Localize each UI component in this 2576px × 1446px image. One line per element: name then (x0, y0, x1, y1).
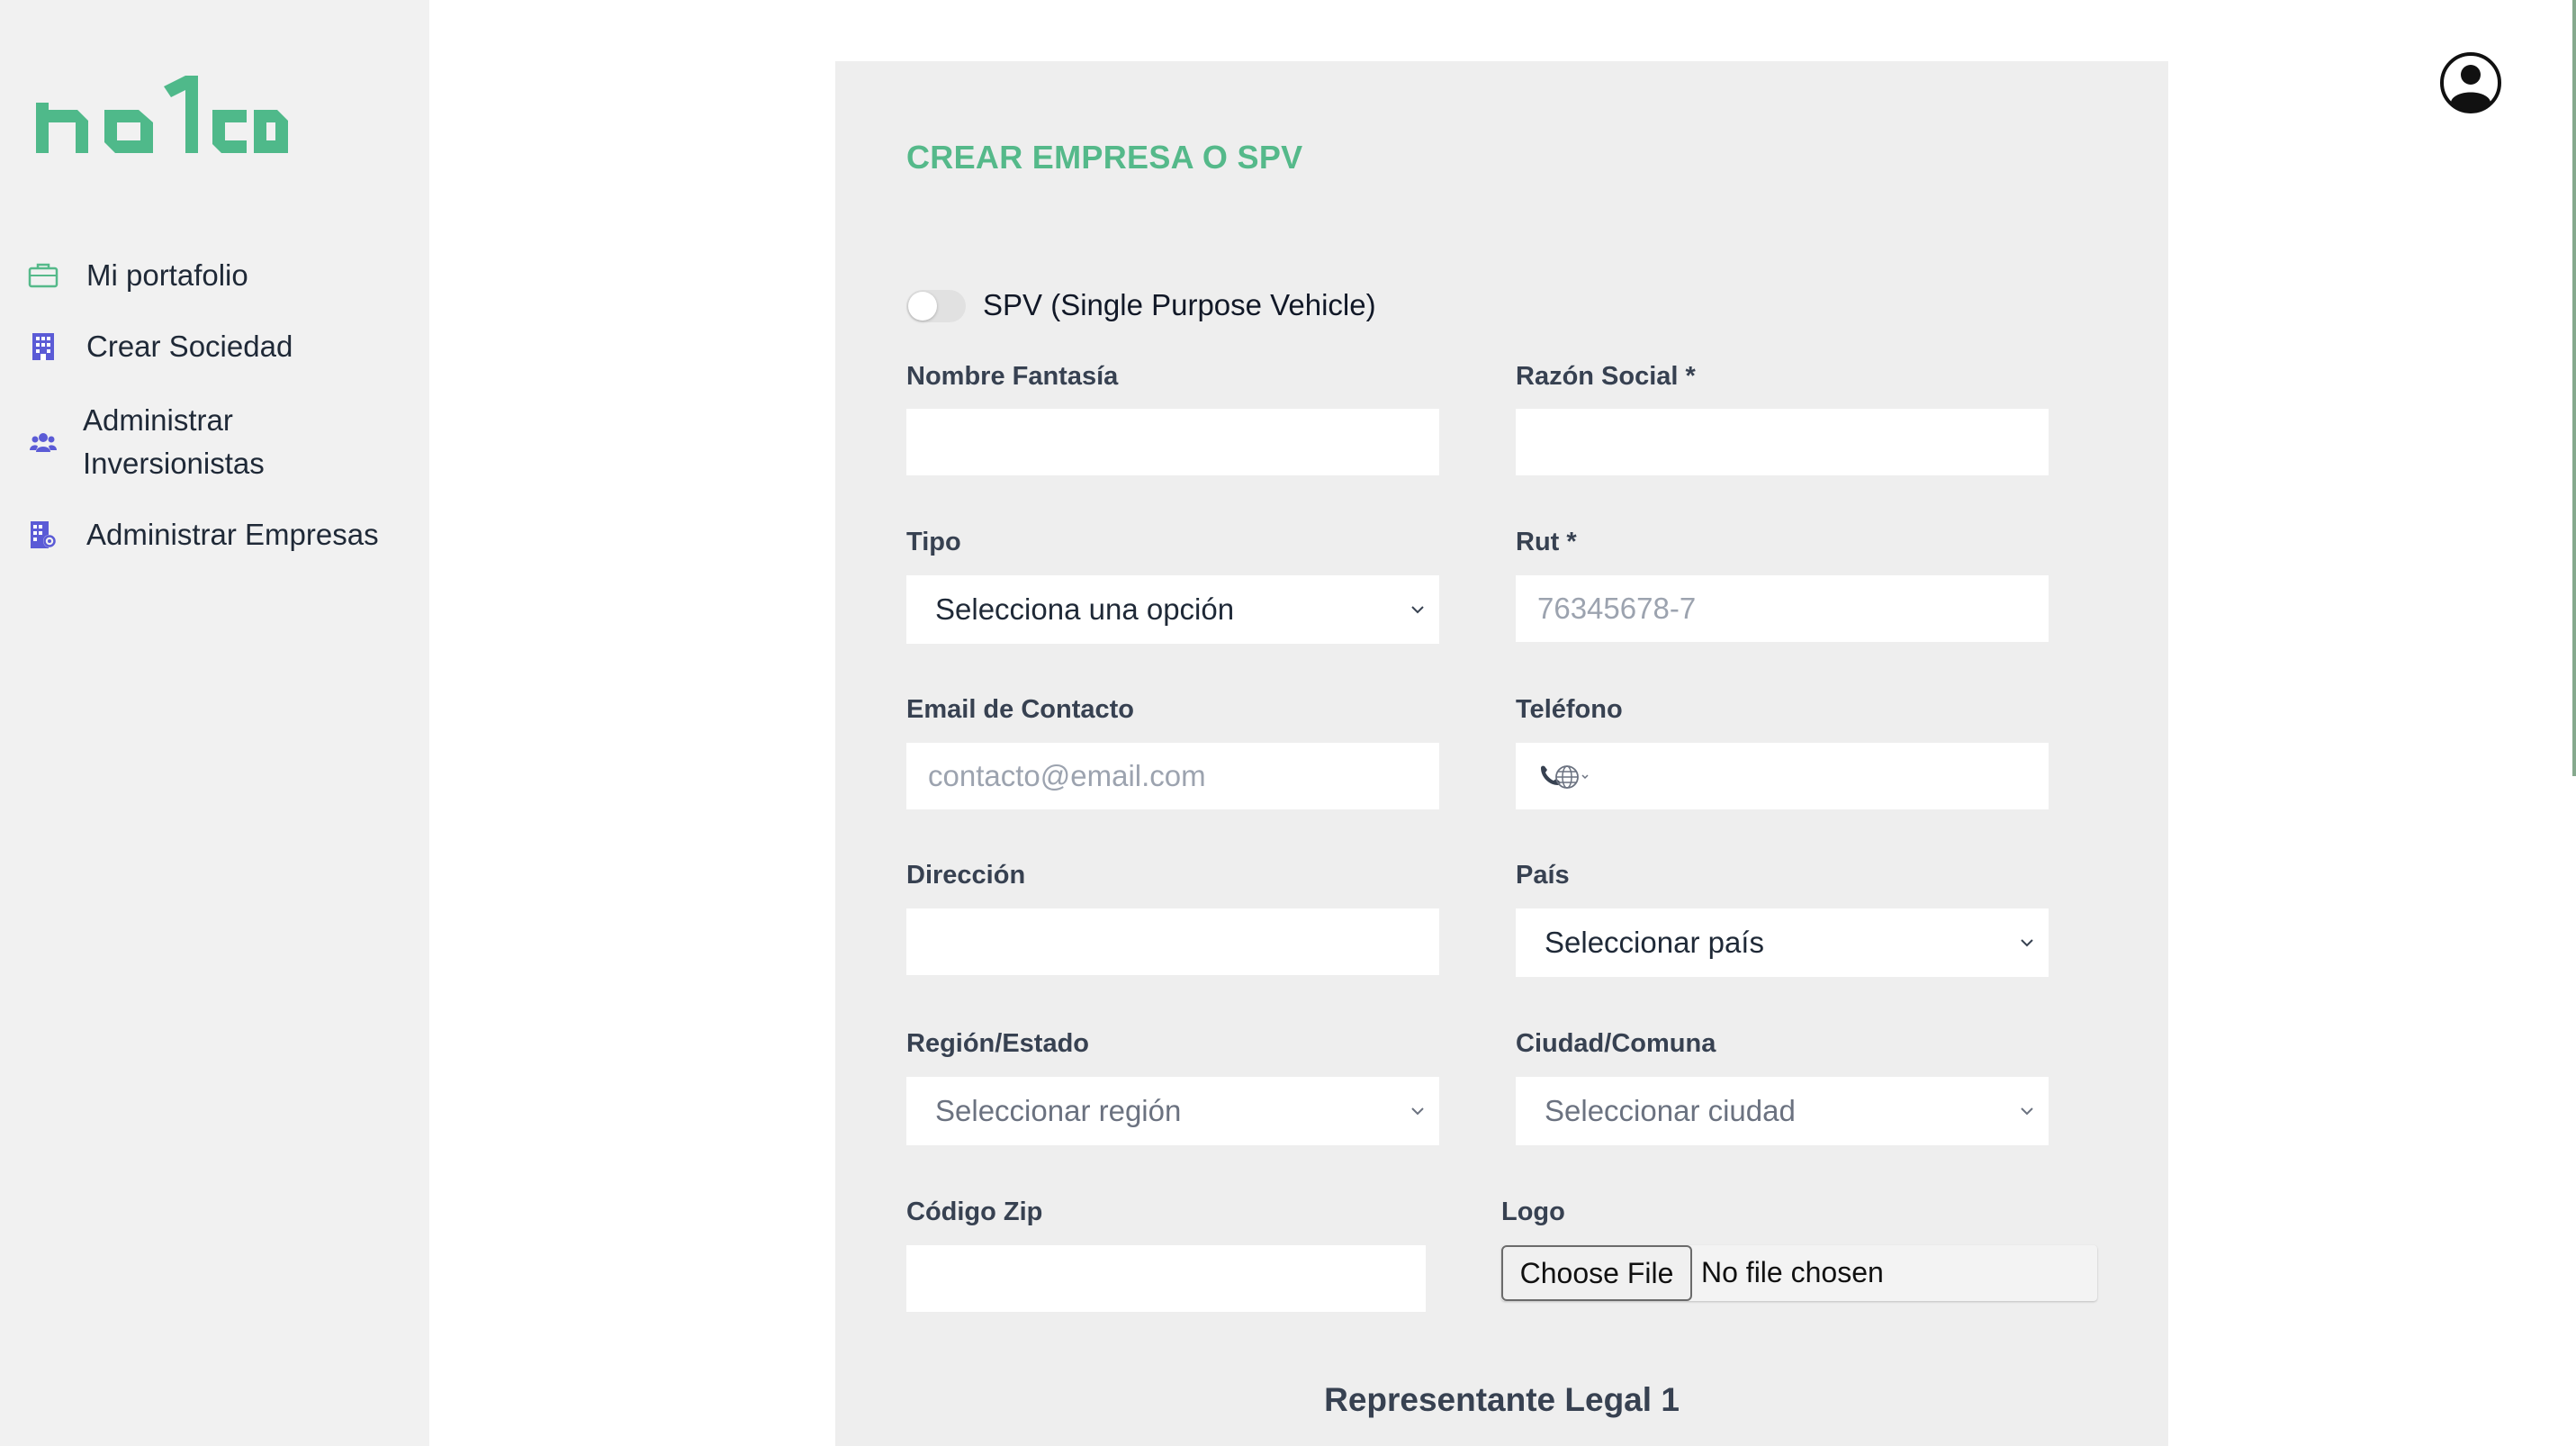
sidebar-item-crear-sociedad[interactable]: Crear Sociedad (27, 325, 293, 368)
logo-file-input[interactable]: Choose File No file chosen (1501, 1245, 2097, 1301)
rut-input[interactable] (1516, 575, 2049, 642)
building-icon (27, 330, 59, 363)
user-circle-icon[interactable] (2439, 51, 2502, 114)
ciudad-select-value: Seleccionar ciudad (1545, 1094, 1796, 1127)
sidebar: Mi portafolio Crear Sociedad Administrar… (0, 0, 429, 1446)
chevron-down-icon (1411, 1107, 1424, 1116)
region-select[interactable]: Seleccionar región (906, 1077, 1439, 1145)
chevron-down-icon (2021, 939, 2033, 947)
rut-label: Rut * (1516, 528, 1577, 556)
page-scrollbar[interactable] (2572, 0, 2576, 776)
razon-social-input[interactable] (1516, 409, 2049, 475)
sidebar-item-label: Mi portafolio (86, 258, 248, 292)
building-gear-icon (27, 519, 59, 551)
toggle-knob (908, 292, 937, 321)
users-icon (27, 426, 59, 458)
sidebar-item-label: Crear Sociedad (86, 330, 293, 363)
email-field[interactable] (906, 743, 1439, 809)
nombre-fantasia-input[interactable] (906, 409, 1439, 475)
codigo-zip-label: Código Zip (906, 1197, 1043, 1226)
nolco-logo[interactable] (36, 76, 288, 153)
tipo-select[interactable]: Selecciona una opción (906, 575, 1439, 644)
phone-globe-icon[interactable] (1537, 763, 1590, 791)
sidebar-item-mi-portafolio[interactable]: Mi portafolio (27, 254, 248, 297)
chevron-down-icon (2021, 1107, 2033, 1116)
ciudad-label: Ciudad/Comuna (1516, 1029, 1716, 1058)
telefono-input[interactable] (1516, 743, 2049, 809)
ciudad-select[interactable]: Seleccionar ciudad (1516, 1077, 2049, 1145)
pais-select[interactable]: Seleccionar país (1516, 908, 2049, 977)
region-label: Región/Estado (906, 1029, 1090, 1058)
logo-label: Logo (1501, 1197, 1565, 1226)
representante-legal-heading: Representante Legal 1 (1324, 1381, 1680, 1418)
sidebar-item-label: Administrar Inversionistas (83, 403, 265, 480)
tipo-label: Tipo (906, 528, 961, 556)
codigo-zip-input[interactable] (906, 1245, 1426, 1312)
spv-toggle[interactable] (906, 290, 966, 322)
chevron-down-icon (1411, 606, 1424, 614)
spv-toggle-label: SPV (Single Purpose Vehicle) (983, 288, 1376, 321)
razon-social-label: Razón Social * (1516, 362, 1696, 391)
pais-select-value: Seleccionar país (1545, 926, 1764, 959)
direccion-label: Dirección (906, 861, 1026, 890)
choose-file-button[interactable]: Choose File (1501, 1245, 1692, 1301)
page-title: CREAR EMPRESA O SPV (906, 139, 1303, 176)
sidebar-item-label: Administrar Empresas (86, 518, 379, 551)
briefcase-icon (27, 259, 59, 292)
file-status-text: No file chosen (1701, 1256, 1884, 1288)
nombre-fantasia-label: Nombre Fantasía (906, 362, 1119, 391)
tipo-select-value: Selecciona una opción (935, 592, 1235, 626)
sidebar-item-administrar-inversionistas[interactable]: Administrar Inversionistas (27, 399, 299, 485)
email-label: Email de Contacto (906, 695, 1134, 724)
sidebar-item-administrar-empresas[interactable]: Administrar Empresas (27, 513, 379, 556)
create-company-form: CREAR EMPRESA O SPV SPV (Single Purpose … (835, 61, 2168, 1446)
telefono-label: Teléfono (1516, 695, 1623, 724)
pais-label: País (1516, 861, 1570, 890)
direccion-input[interactable] (906, 908, 1439, 975)
region-select-value: Seleccionar región (935, 1094, 1182, 1127)
